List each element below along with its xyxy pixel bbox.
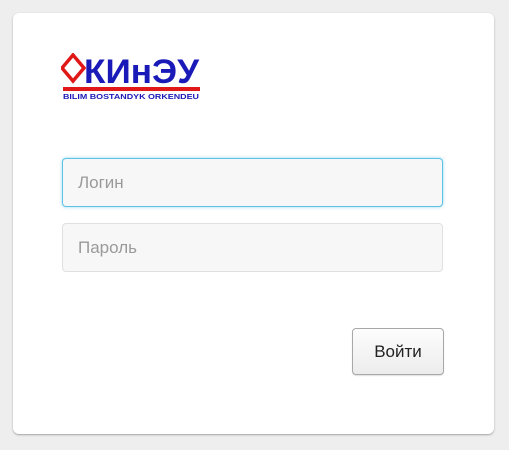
login-button[interactable]: Войти	[352, 328, 444, 375]
red-diamond-icon	[61, 53, 87, 84]
logo-title: КИнЭУ	[84, 53, 200, 91]
password-input[interactable]	[62, 223, 443, 272]
login-card: КИнЭУ BILIM BOSTANDYK ORKENDEU Войти	[13, 13, 494, 434]
logo-tagline: BILIM BOSTANDYK ORKENDEU	[63, 92, 199, 101]
login-input[interactable]	[62, 158, 443, 207]
logo: КИнЭУ BILIM BOSTANDYK ORKENDEU	[61, 53, 206, 115]
logo-underline	[63, 87, 200, 91]
logo-graphic: КИнЭУ BILIM BOSTANDYK ORKENDEU	[61, 53, 200, 101]
